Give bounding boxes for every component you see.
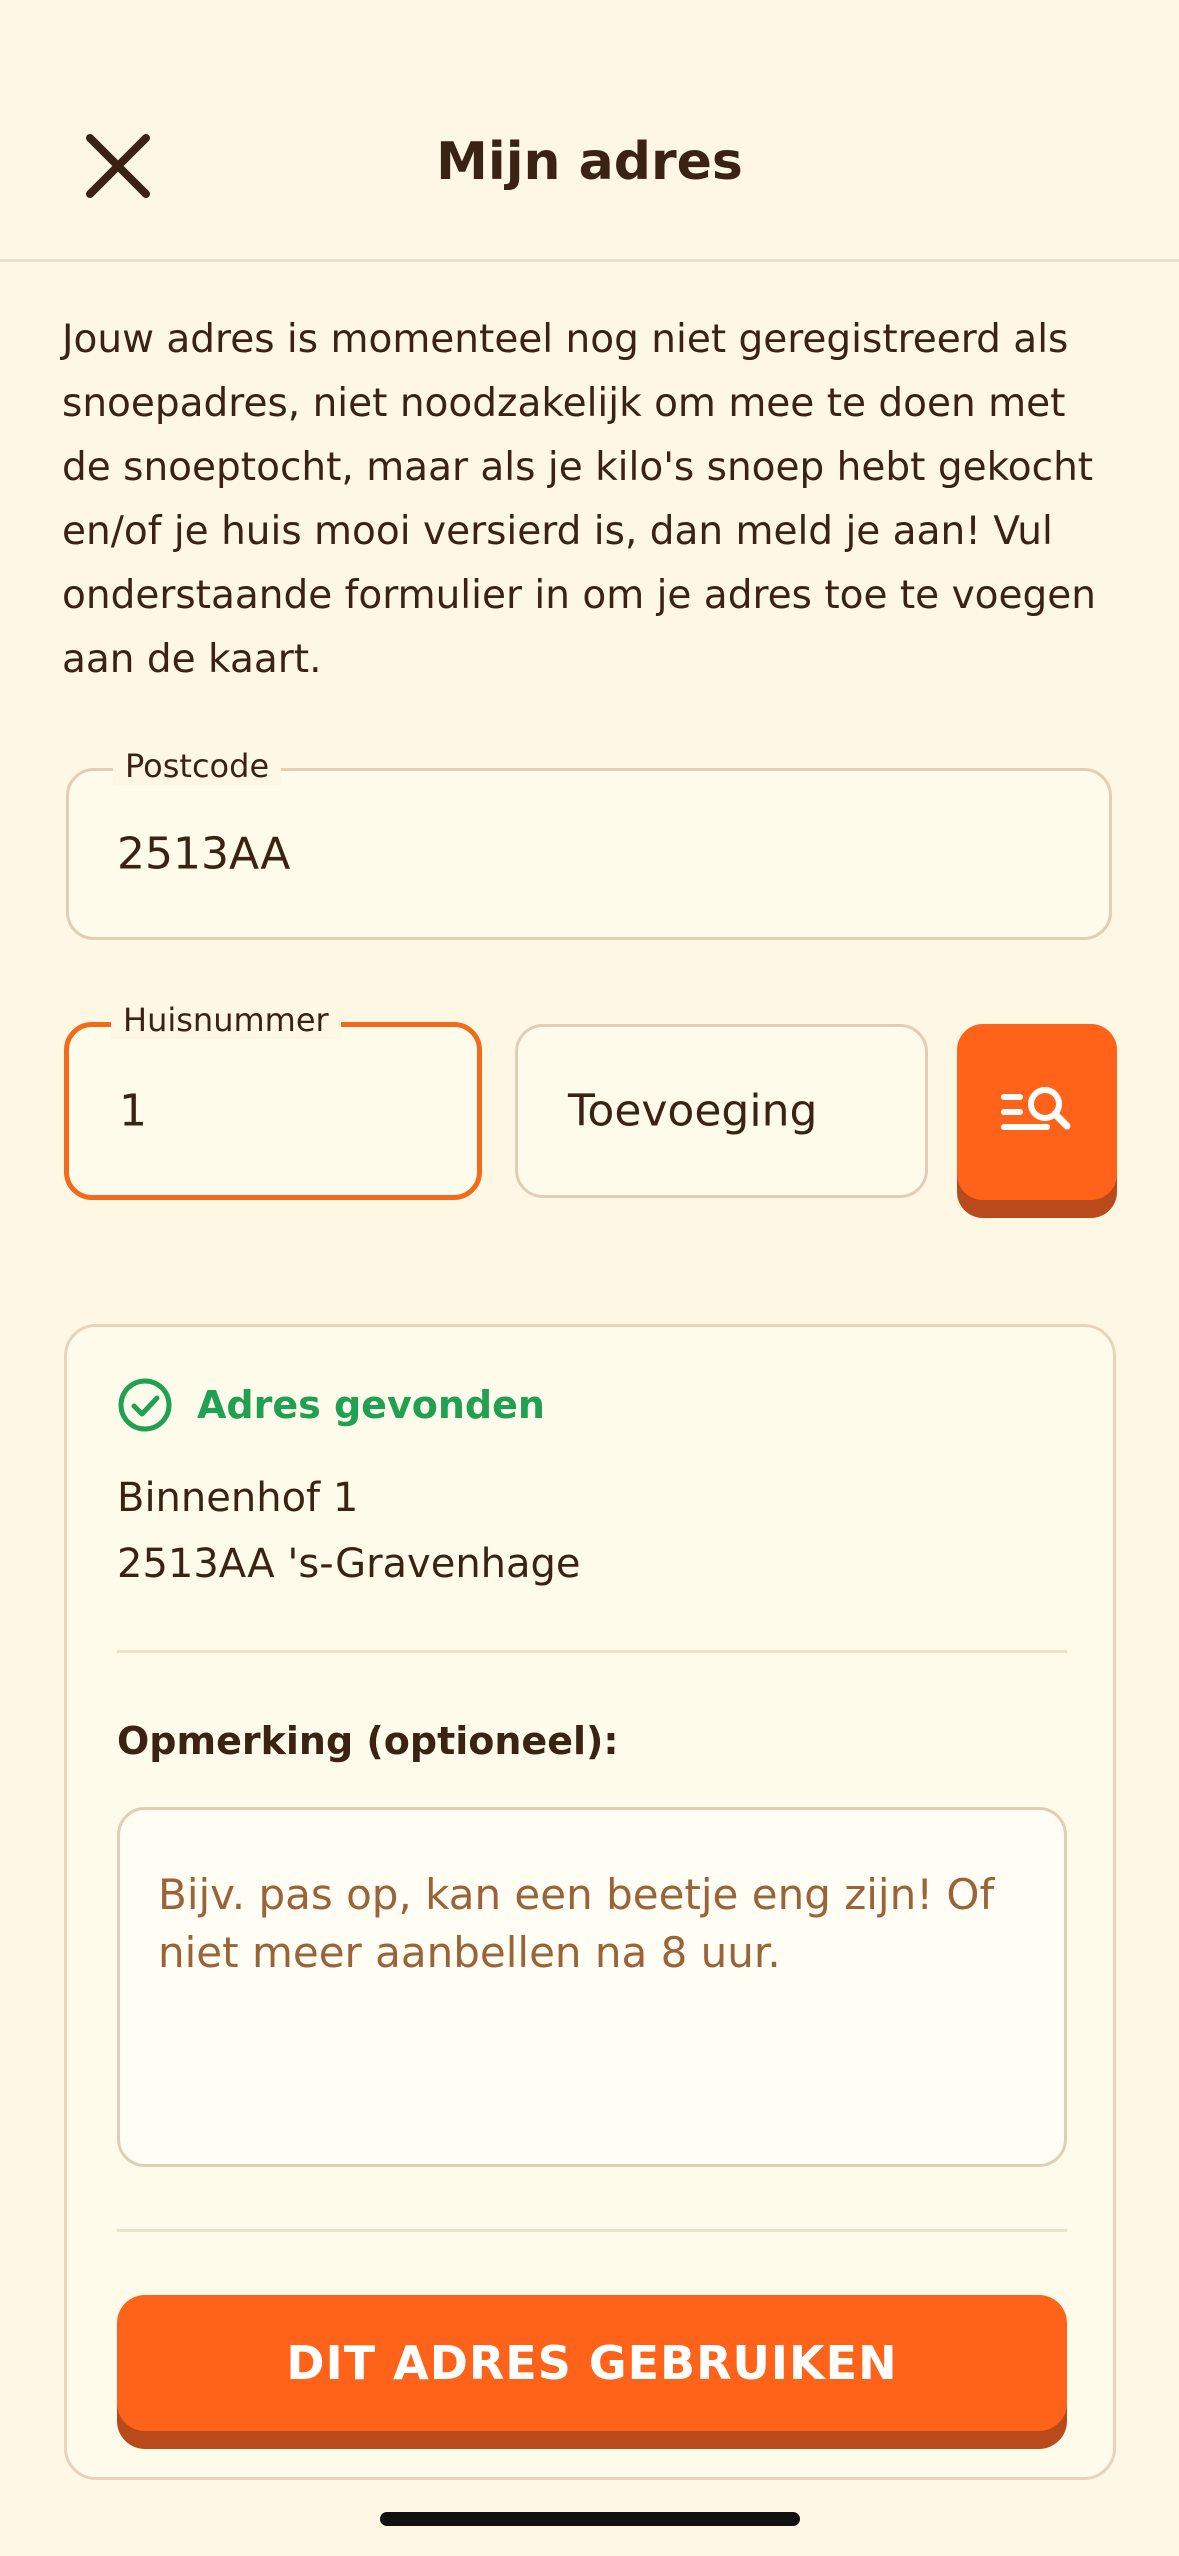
remark-placeholder: Bijv. pas op, kan een beetje eng zijn! O… [158,1870,995,1977]
huisnummer-field[interactable]: Huisnummer 1 [64,1001,482,1200]
home-indicator[interactable] [380,2512,800,2526]
address-street: Binnenhof 1 [117,1475,359,1521]
address-result-card: Adres gevonden Binnenhof 1 2513AA 's-Gra… [64,1324,1116,2480]
toevoeging-field[interactable]: Toevoeging [515,1024,928,1198]
postcode-value: 2513AA [117,828,291,880]
address-found-status: Adres gevonden [117,1377,545,1433]
app-header: Mijn adres [0,0,1179,262]
address-found-label: Adres gevonden [197,1383,545,1427]
huisnummer-value: 1 [119,1085,147,1137]
remark-label: Opmerking (optioneel): [117,1719,619,1763]
huisnummer-label: Huisnummer [111,1001,341,1039]
postcode-field[interactable]: Postcode 2513AA [66,747,1112,940]
search-address-button[interactable] [957,1024,1117,1200]
divider [117,1650,1067,1653]
use-address-button[interactable]: DIT ADRES GEBRUIKEN [117,2295,1067,2431]
intro-text: Jouw adres is momenteel nog niet geregis… [62,317,1096,682]
toevoeging-placeholder: Toevoeging [568,1085,818,1137]
page-title: Mijn adres [436,132,743,192]
address-city: 2513AA 's-Gravenhage [117,1541,581,1587]
list-search-icon [1001,1087,1071,1130]
postcode-label: Postcode [113,747,282,785]
remark-textarea[interactable]: Bijv. pas op, kan een beetje eng zijn! O… [117,1807,1067,2167]
divider [117,2229,1067,2232]
check-circle-icon [118,1378,172,1432]
